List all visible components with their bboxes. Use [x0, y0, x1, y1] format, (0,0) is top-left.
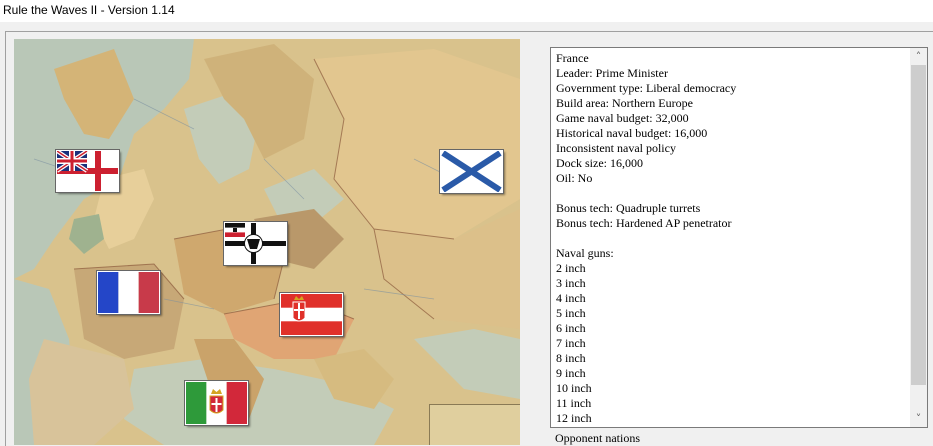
info-line: 7 inch: [556, 336, 586, 350]
nation-info-panel[interactable]: France Leader: Prime Minister Government t…: [550, 47, 928, 428]
scroll-up-icon[interactable]: ˄: [910, 48, 927, 65]
france-flag-icon[interactable]: [96, 270, 161, 315]
info-line: 6 inch: [556, 321, 586, 335]
info-line: Leader: Prime Minister: [556, 66, 668, 80]
russia-flag-icon[interactable]: [439, 149, 504, 194]
info-line: 3 inch: [556, 276, 586, 290]
germany-flag-icon[interactable]: [223, 221, 288, 266]
scroll-down-icon[interactable]: ˅: [910, 410, 927, 427]
info-line: [556, 231, 906, 246]
scroll-thumb[interactable]: [911, 65, 926, 385]
opponent-nations-label: Opponent nations: [555, 431, 640, 445]
info-line: 8 inch: [556, 351, 586, 365]
info-line: Naval guns:: [556, 246, 614, 260]
info-line: Historical naval budget: 16,000: [556, 126, 708, 140]
info-line: Game naval budget: 32,000: [556, 111, 689, 125]
nation-info-text: France Leader: Prime Minister Government t…: [556, 51, 906, 426]
info-line: 10 inch: [556, 381, 592, 395]
info-line: Inconsistent naval policy: [556, 141, 676, 155]
info-line: [556, 186, 906, 201]
info-line: 12 inch: [556, 411, 592, 425]
info-line: 5 inch: [556, 306, 586, 320]
info-line: Government type: Liberal democracy: [556, 81, 737, 95]
info-line: Bonus tech: Quadruple turrets: [556, 201, 701, 215]
info-line: 11 inch: [556, 396, 592, 410]
info-line: Dock size: 16,000: [556, 156, 643, 170]
info-line: 4 inch: [556, 291, 586, 305]
info-line: Build area: Northern Europe: [556, 96, 693, 110]
info-line: France: [556, 51, 589, 65]
austria-hungary-flag-icon[interactable]: [279, 292, 344, 337]
italy-flag-icon[interactable]: [184, 380, 249, 426]
info-line: 2 inch: [556, 261, 586, 275]
info-line: Bonus tech: Hardened AP penetrator: [556, 216, 732, 230]
window-title: Rule the Waves II - Version 1.14: [0, 0, 933, 22]
info-line: 9 inch: [556, 366, 586, 380]
info-scrollbar[interactable]: ˄ ˅: [910, 48, 927, 427]
europe-map: [14, 39, 520, 445]
info-line: Oil: No: [556, 171, 593, 185]
map-legend: [429, 404, 520, 445]
britain-flag-icon[interactable]: [55, 149, 120, 193]
